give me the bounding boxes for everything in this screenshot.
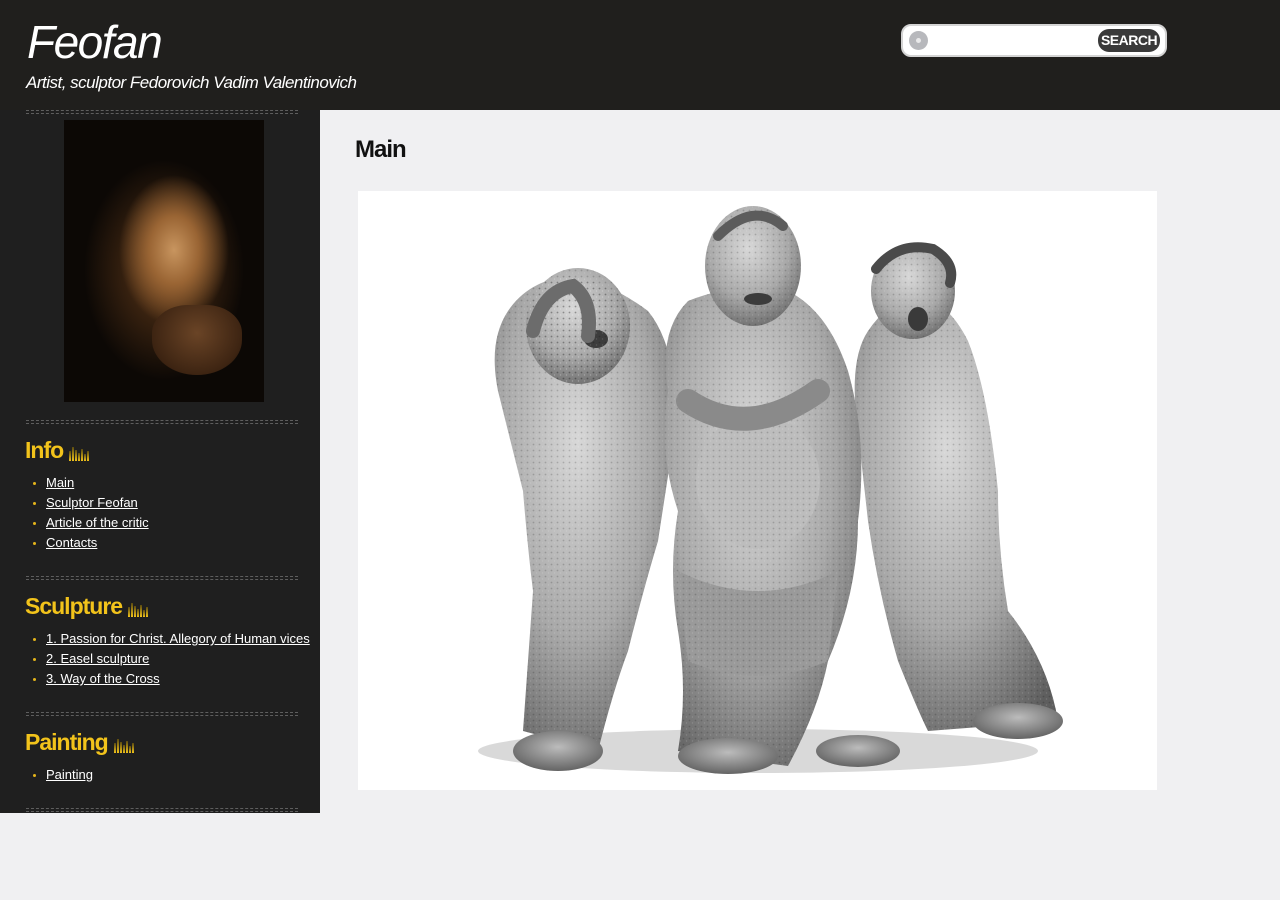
section-title-label: Sculpture <box>25 593 123 619</box>
info-nav: Main Sculptor Feofan Article of the crit… <box>26 473 316 553</box>
nav-link-contacts[interactable]: Contacts <box>46 535 97 550</box>
section-title-sculpture: Sculpture <box>25 591 149 621</box>
portrait-beard-shade <box>152 305 242 375</box>
search-button[interactable]: SEARCH <box>1098 29 1160 52</box>
search-form: SEARCH <box>901 24 1167 57</box>
nav-item-way: 3. Way of the Cross <box>26 669 316 689</box>
nav-link-painting[interactable]: Painting <box>46 767 93 782</box>
sidebar: Info Main Sculptor Feofan Article of the… <box>0 110 320 813</box>
sidebar-divider <box>26 808 298 812</box>
artist-portrait <box>64 120 264 402</box>
sidebar-divider <box>26 110 298 114</box>
left-figure <box>494 268 678 771</box>
page-title: Main <box>355 136 407 163</box>
site-subtitle: Artist, sculptor Fedorovich Vadim Valent… <box>26 73 357 92</box>
site-header: Feofan Artist, sculptor Fedorovich Vadim… <box>0 0 1280 110</box>
sculpture-illustration <box>478 206 1063 774</box>
equalizer-bars-icon <box>128 603 149 617</box>
nav-item-main: Main <box>26 473 316 493</box>
nav-item-sculptor: Sculptor Feofan <box>26 493 316 513</box>
nav-link-sculptor-feofan[interactable]: Sculptor Feofan <box>46 495 138 510</box>
nav-item-easel: 2. Easel sculpture <box>26 649 316 669</box>
search-icon <box>909 31 928 50</box>
nav-item-article: Article of the critic <box>26 513 316 533</box>
section-title-info: Info <box>25 435 90 465</box>
nav-link-passion-for-christ[interactable]: 1. Passion for Christ. Allegory of Human… <box>46 631 310 646</box>
section-title-painting: Painting <box>25 727 135 757</box>
equalizer-bars-icon <box>113 739 134 753</box>
sculpture-image[interactable] <box>358 191 1157 790</box>
sidebar-divider <box>26 420 298 424</box>
right-figure <box>854 242 1063 739</box>
sidebar-divider <box>26 576 298 580</box>
sidebar-divider <box>26 712 298 716</box>
painting-nav: Painting <box>26 765 316 785</box>
nav-link-easel-sculpture[interactable]: 2. Easel sculpture <box>46 651 149 666</box>
sculpture-nav: 1. Passion for Christ. Allegory of Human… <box>26 629 316 689</box>
search-input[interactable] <box>935 29 1099 53</box>
nav-item-contacts: Contacts <box>26 533 316 553</box>
nav-item-passion: 1. Passion for Christ. Allegory of Human… <box>26 629 316 649</box>
nav-link-article[interactable]: Article of the critic <box>46 515 149 530</box>
section-title-label: Painting <box>25 729 109 755</box>
equalizer-bars-icon <box>69 447 90 461</box>
nav-item-painting: Painting <box>26 765 316 785</box>
site-title[interactable]: Feofan <box>27 14 163 70</box>
nav-link-main[interactable]: Main <box>46 475 74 490</box>
nav-link-way-of-the-cross[interactable]: 3. Way of the Cross <box>46 671 160 686</box>
section-title-label: Info <box>25 437 64 463</box>
